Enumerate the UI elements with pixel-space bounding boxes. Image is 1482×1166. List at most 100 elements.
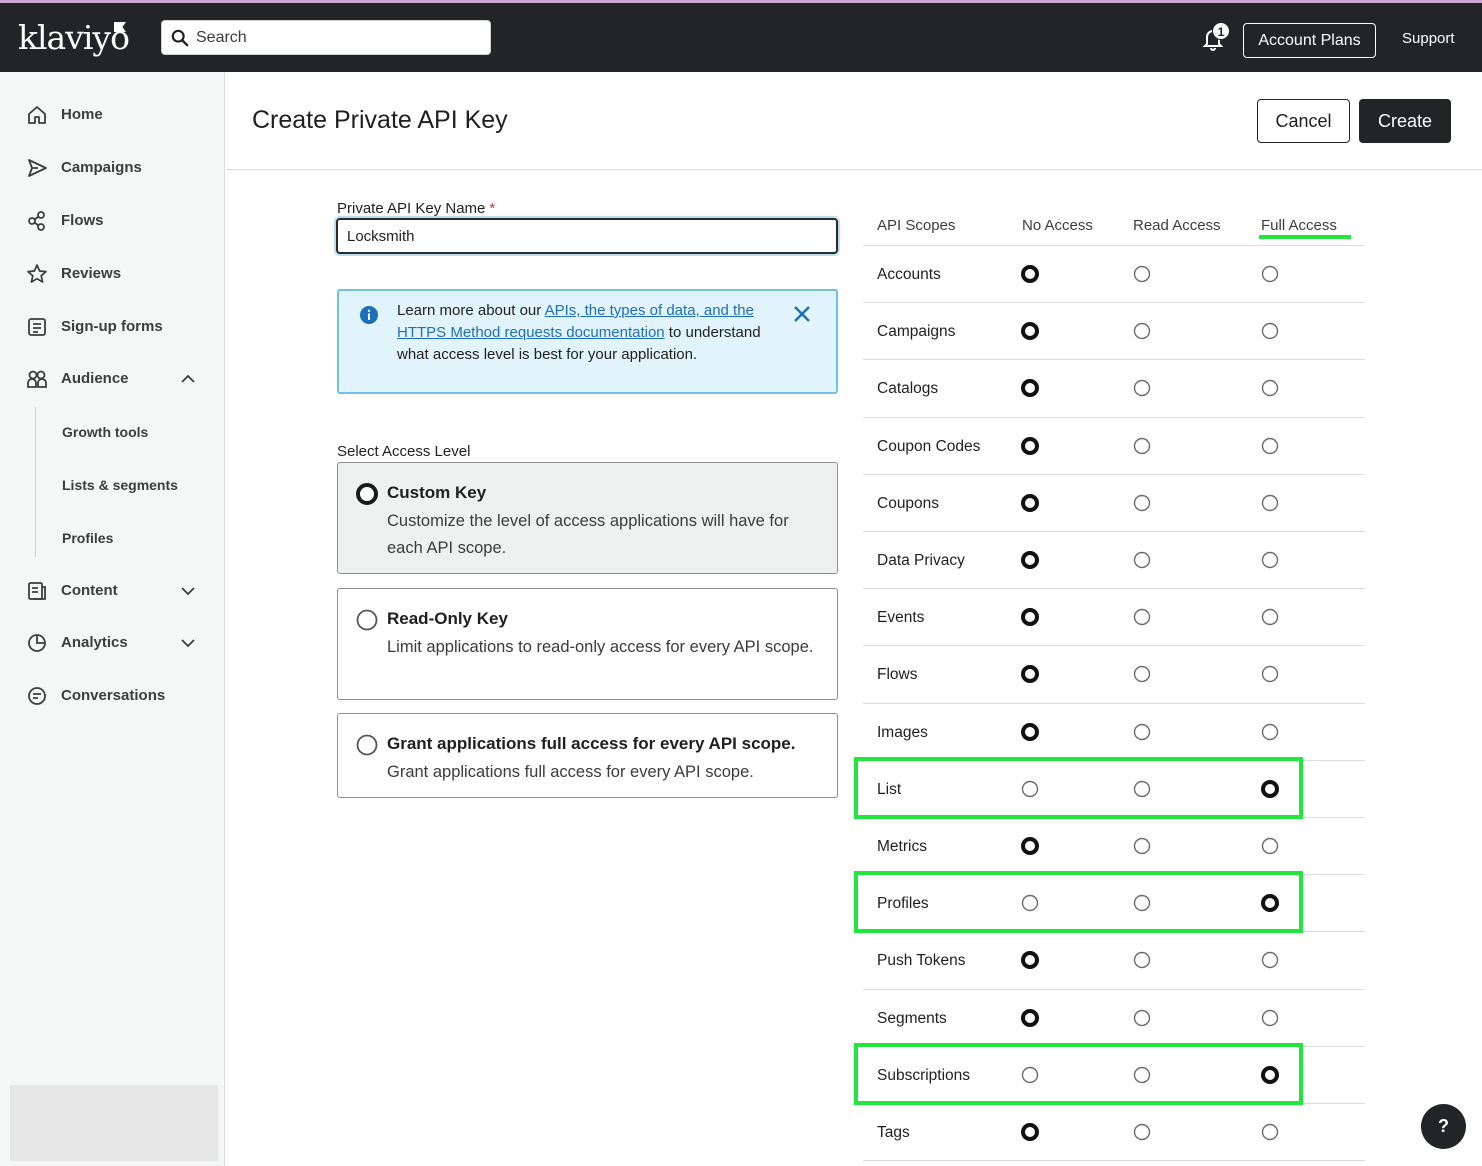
analytics-icon <box>28 634 46 652</box>
logo-text: klaviyo <box>18 18 130 57</box>
sidebar-footer-placeholder <box>10 1085 218 1161</box>
radio-selected-icon[interactable] <box>1021 322 1039 341</box>
radio-unselected-icon[interactable] <box>1133 265 1151 283</box>
radio-unselected-icon[interactable] <box>356 734 378 756</box>
radio-selected-icon[interactable] <box>1021 379 1039 398</box>
option-description: Customize the level of access applicatio… <box>387 512 789 557</box>
scope-row: Metrics <box>863 817 1365 874</box>
api-key-name-label: Private API Key Name * <box>337 200 495 217</box>
scope-label: Images <box>877 723 928 741</box>
chevron-down-icon[interactable] <box>179 582 197 600</box>
radio-unselected-icon[interactable] <box>1133 1123 1151 1141</box>
notification-badge: 1 <box>1212 22 1230 40</box>
scope-row: Push Tokens <box>863 931 1365 988</box>
sidebar-item-analytics[interactable]: Analytics <box>24 629 204 659</box>
api-key-name-input[interactable] <box>336 218 838 254</box>
create-button[interactable]: Create <box>1359 99 1451 143</box>
custom-key-option[interactable]: Custom Key Customize the level of access… <box>337 462 838 574</box>
scope-row: Data Privacy <box>863 531 1365 588</box>
scope-row: Flows <box>863 645 1365 702</box>
sidebar-item-signup-forms[interactable]: Sign-up forms <box>24 313 204 343</box>
sidebar-item-flows[interactable]: Flows <box>24 207 204 237</box>
radio-unselected-icon[interactable] <box>1133 665 1151 683</box>
radio-selected-icon[interactable] <box>1021 1008 1039 1027</box>
scope-row: Accounts <box>863 245 1365 302</box>
sidebar-item-content[interactable]: Content <box>24 577 204 607</box>
support-link[interactable]: Support <box>1402 30 1455 47</box>
radio-unselected-icon[interactable] <box>1133 951 1151 969</box>
option-title: Read-Only Key <box>387 609 508 628</box>
radio-unselected-icon[interactable] <box>1133 494 1151 512</box>
radio-selected-icon[interactable] <box>1021 551 1039 569</box>
content-icon <box>28 582 46 600</box>
radio-unselected-icon[interactable] <box>1261 951 1279 969</box>
radio-unselected-icon[interactable] <box>1261 665 1279 683</box>
full-access-underline-marker <box>1259 235 1351 239</box>
radio-unselected-icon[interactable] <box>1133 437 1151 455</box>
flows-icon <box>28 211 45 231</box>
radio-unselected-icon[interactable] <box>1261 379 1279 397</box>
page-header: Create Private API Key Cancel Create <box>226 72 1482 170</box>
radio-selected-icon[interactable] <box>1021 1123 1039 1141</box>
highlight-box <box>854 1042 1303 1105</box>
radio-selected-icon[interactable] <box>1021 837 1039 855</box>
account-plans-button[interactable]: Account Plans <box>1243 23 1376 58</box>
page-title: Create Private API Key <box>252 106 508 134</box>
sidebar-subitem-growth-tools[interactable]: Growth tools <box>62 424 148 440</box>
select-access-level-label: Select Access Level <box>337 443 471 460</box>
radio-selected-icon[interactable] <box>1021 493 1039 512</box>
radio-unselected-icon[interactable] <box>1133 608 1151 626</box>
radio-unselected-icon[interactable] <box>1261 437 1279 455</box>
radio-unselected-icon[interactable] <box>1133 551 1151 569</box>
radio-unselected-icon[interactable] <box>1261 837 1279 855</box>
search-box[interactable] <box>161 20 491 55</box>
radio-unselected-icon[interactable] <box>1261 723 1279 741</box>
radio-unselected-icon[interactable] <box>1133 322 1151 340</box>
chat-icon <box>28 687 46 705</box>
sidebar-subitem-lists-segments[interactable]: Lists & segments <box>62 477 178 493</box>
radio-unselected-icon[interactable] <box>1133 379 1151 397</box>
radio-selected-icon[interactable] <box>1021 608 1039 627</box>
sidebar-item-home[interactable]: Home <box>24 101 204 131</box>
radio-unselected-icon[interactable] <box>356 609 378 631</box>
radio-selected-icon[interactable] <box>1021 436 1039 455</box>
radio-unselected-icon[interactable] <box>1133 837 1151 855</box>
radio-selected-icon[interactable] <box>356 483 378 505</box>
sidebar-item-conversations[interactable]: Conversations <box>24 682 204 712</box>
radio-unselected-icon[interactable] <box>1261 494 1279 512</box>
audience-icon <box>27 370 47 388</box>
close-icon[interactable] <box>792 304 812 324</box>
search-input[interactable] <box>196 21 486 54</box>
radio-unselected-icon[interactable] <box>1261 551 1279 569</box>
sidebar-item-audience[interactable]: Audience <box>24 365 204 395</box>
sidebar-item-campaigns[interactable]: Campaigns <box>24 154 204 184</box>
sidebar-subitem-profiles[interactable]: Profiles <box>62 530 113 546</box>
radio-unselected-icon[interactable] <box>1133 1009 1151 1027</box>
radio-selected-icon[interactable] <box>1021 722 1039 741</box>
klaviyo-logo[interactable]: klaviyo <box>18 18 130 58</box>
radio-unselected-icon[interactable] <box>1261 265 1279 283</box>
radio-selected-icon[interactable] <box>1021 665 1039 684</box>
help-button[interactable]: ? <box>1421 1104 1466 1149</box>
read-only-key-option[interactable]: Read-Only Key Limit applications to read… <box>337 588 838 700</box>
scope-row: Catalogs <box>863 359 1365 416</box>
scope-label: Segments <box>877 1009 947 1027</box>
radio-selected-icon[interactable] <box>1021 265 1039 283</box>
chevron-down-icon[interactable] <box>179 634 197 652</box>
full-access-key-option[interactable]: Grant applications full access for every… <box>337 713 838 798</box>
radio-unselected-icon[interactable] <box>1133 723 1151 741</box>
column-header-api-scopes: API Scopes <box>877 217 956 234</box>
sidebar-item-label: Analytics <box>61 634 128 651</box>
highlight-box <box>854 756 1303 819</box>
sidebar-item-reviews[interactable]: Reviews <box>24 260 204 290</box>
star-icon <box>27 264 47 283</box>
radio-selected-icon[interactable] <box>1021 951 1039 970</box>
radio-unselected-icon[interactable] <box>1261 608 1279 626</box>
radio-unselected-icon[interactable] <box>1261 1009 1279 1027</box>
top-bar: klaviyo 1 Account Plans Support <box>0 0 1482 72</box>
radio-unselected-icon[interactable] <box>1261 322 1279 340</box>
cancel-button[interactable]: Cancel <box>1257 99 1350 143</box>
radio-unselected-icon[interactable] <box>1261 1123 1279 1141</box>
option-description: Grant applications full access for every… <box>387 763 754 781</box>
chevron-up-icon[interactable] <box>179 370 197 388</box>
